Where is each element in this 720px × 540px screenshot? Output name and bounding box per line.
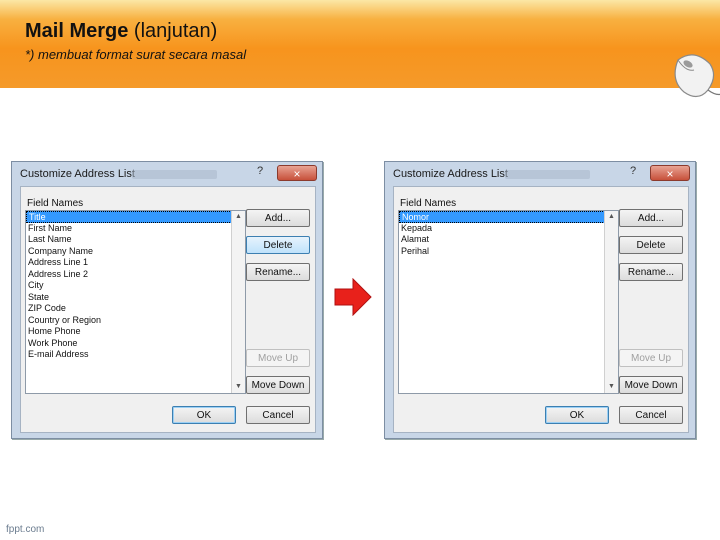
customize-address-list-dialog-right: Customize Address List ? × Field Names N… xyxy=(384,161,696,439)
list-item[interactable]: Nomor xyxy=(399,211,607,223)
list-item[interactable]: Company Name xyxy=(26,246,234,258)
ok-button[interactable]: OK xyxy=(172,406,236,424)
field-names-list[interactable]: Title First Name Last Name Company Name Addr… xyxy=(25,210,246,394)
list-item[interactable]: City xyxy=(26,280,234,292)
list-item[interactable]: Address Line 1 xyxy=(26,257,234,269)
list-scrollbar[interactable]: ▲ ▼ xyxy=(604,211,618,393)
list-item[interactable]: State xyxy=(26,292,234,304)
move-up-button[interactable]: Move Up xyxy=(246,349,310,367)
help-icon[interactable]: ? xyxy=(630,165,642,177)
delete-button[interactable]: Delete xyxy=(246,236,310,254)
list-item[interactable]: Address Line 2 xyxy=(26,269,234,281)
dialog-title: Customize Address List xyxy=(393,168,508,180)
list-item[interactable]: Last Name xyxy=(26,234,234,246)
scroll-down-icon[interactable]: ▼ xyxy=(232,381,245,393)
title-bold: Mail Merge xyxy=(25,20,129,42)
list-item[interactable]: E-mail Address xyxy=(26,349,234,361)
list-scrollbar[interactable]: ▲ ▼ xyxy=(231,211,245,393)
scroll-up-icon[interactable]: ▲ xyxy=(605,211,618,223)
field-names-label: Field Names xyxy=(27,198,84,209)
help-icon[interactable]: ? xyxy=(257,165,269,177)
title-rest: (lanjutan) xyxy=(133,20,218,42)
list-item[interactable]: ZIP Code xyxy=(26,303,234,315)
header-banner: Mail Merge (lanjutan) *) membuat format … xyxy=(0,0,720,88)
footer-watermark: fppt.com xyxy=(6,524,45,535)
list-item[interactable]: Kepada xyxy=(399,223,607,235)
move-down-button[interactable]: Move Down xyxy=(619,376,683,394)
rename-button[interactable]: Rename... xyxy=(246,263,310,281)
move-up-button[interactable]: Move Up xyxy=(619,349,683,367)
page-title: Mail Merge (lanjutan) xyxy=(25,20,217,43)
list-item[interactable]: Home Phone xyxy=(26,326,234,338)
title-overlay xyxy=(132,170,217,179)
close-button[interactable]: × xyxy=(650,165,690,181)
list-item[interactable]: Alamat xyxy=(399,234,607,246)
list-item[interactable]: Perihal xyxy=(399,246,607,258)
ok-button[interactable]: OK xyxy=(545,406,609,424)
list-item[interactable]: Country or Region xyxy=(26,315,234,327)
page-subtitle: *) membuat format surat secara masal xyxy=(25,47,247,62)
field-names-list[interactable]: Nomor Kepada Alamat Perihal ▲ ▼ xyxy=(398,210,619,394)
field-names-label: Field Names xyxy=(400,198,457,209)
close-button[interactable]: × xyxy=(277,165,317,181)
list-item[interactable]: Work Phone xyxy=(26,338,234,350)
cancel-button[interactable]: Cancel xyxy=(619,406,683,424)
computer-mouse-icon xyxy=(674,54,720,98)
field-names-items: Title First Name Last Name Company Name Addr… xyxy=(26,211,234,361)
dialog-title: Customize Address List xyxy=(20,168,135,180)
title-overlay xyxy=(505,170,590,179)
rename-button[interactable]: Rename... xyxy=(619,263,683,281)
field-names-items: Nomor Kepada Alamat Perihal xyxy=(399,211,607,257)
add-button[interactable]: Add... xyxy=(246,209,310,227)
list-item[interactable]: Title xyxy=(26,211,234,223)
right-arrow-icon xyxy=(334,278,372,316)
cancel-button[interactable]: Cancel xyxy=(246,406,310,424)
list-item[interactable]: First Name xyxy=(26,223,234,235)
scroll-down-icon[interactable]: ▼ xyxy=(605,381,618,393)
add-button[interactable]: Add... xyxy=(619,209,683,227)
scroll-up-icon[interactable]: ▲ xyxy=(232,211,245,223)
customize-address-list-dialog-left: Customize Address List ? × Field Names T… xyxy=(11,161,323,439)
delete-button[interactable]: Delete xyxy=(619,236,683,254)
move-down-button[interactable]: Move Down xyxy=(246,376,310,394)
